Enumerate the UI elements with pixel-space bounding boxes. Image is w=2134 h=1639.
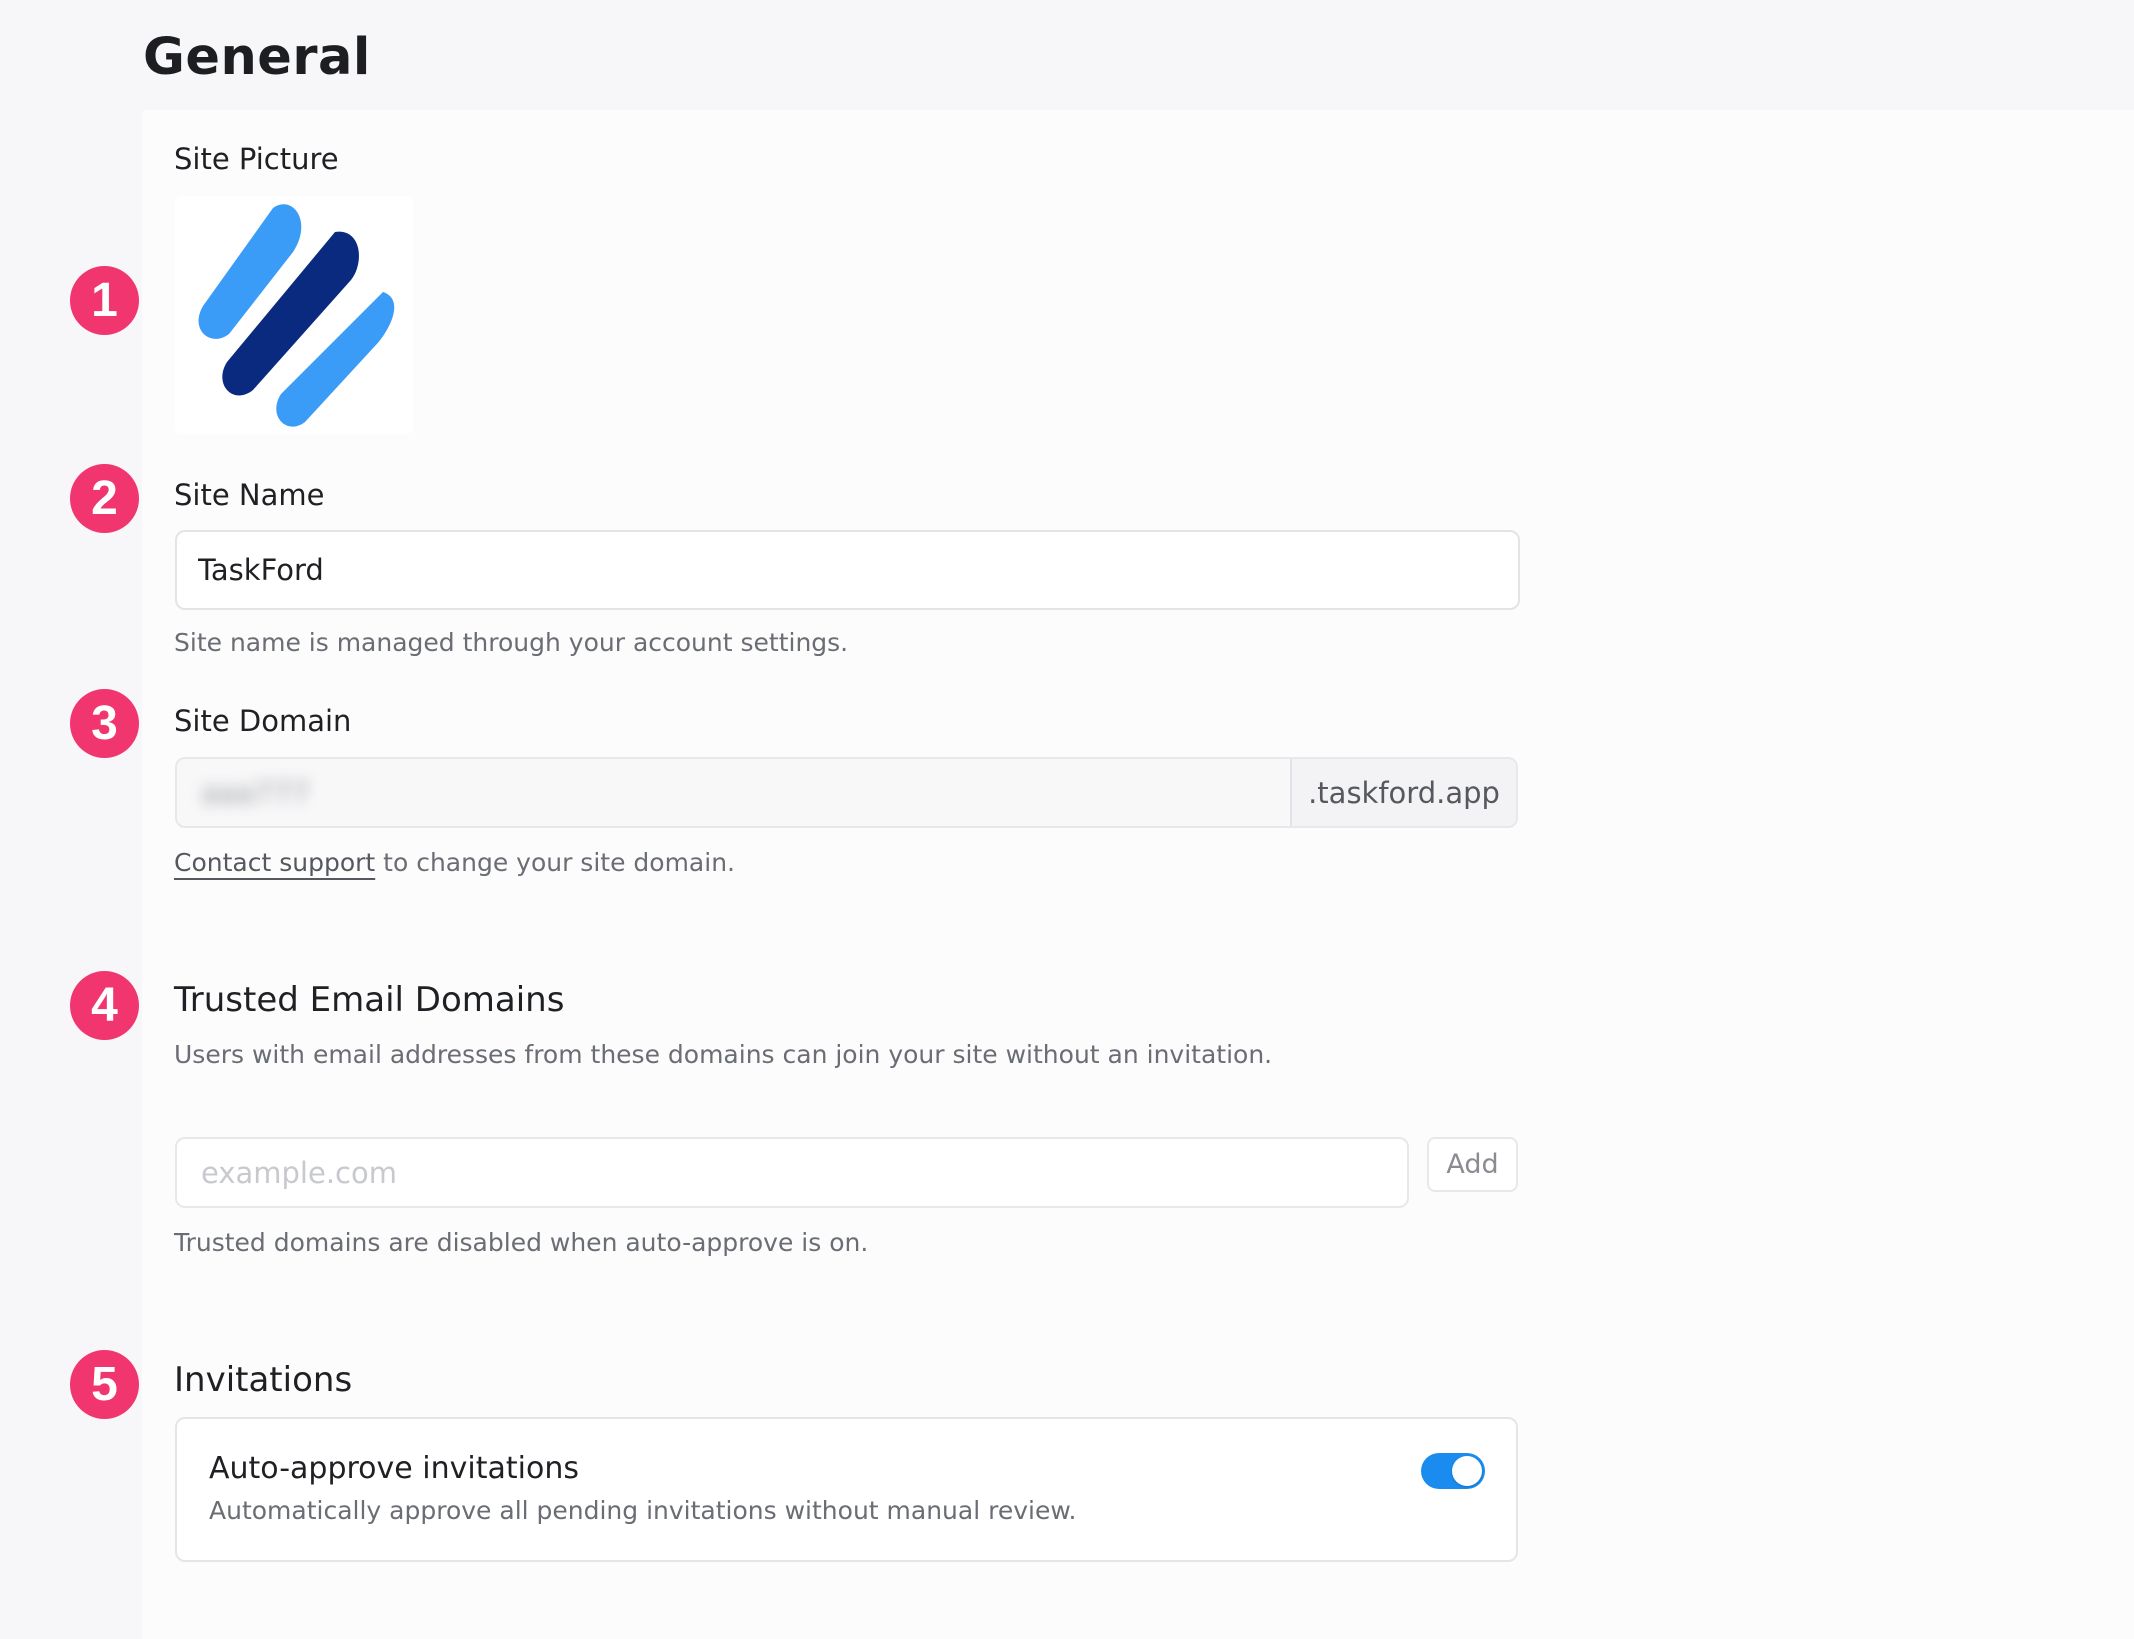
site-domain-help: Contact support to change your site doma… bbox=[174, 848, 735, 877]
trusted-domains-description: Users with email addresses from these do… bbox=[174, 1040, 1273, 1069]
site-picture[interactable] bbox=[175, 196, 413, 434]
site-domain-value: aaa777 bbox=[201, 775, 310, 810]
trusted-domains-help: Trusted domains are disabled when auto-a… bbox=[174, 1228, 869, 1257]
auto-approve-toggle[interactable] bbox=[1421, 1453, 1485, 1489]
auto-approve-description: Automatically approve all pending invita… bbox=[209, 1496, 1077, 1525]
annotation-badge-2: 2 bbox=[70, 464, 139, 533]
taskford-logo-icon bbox=[198, 204, 395, 427]
annotation-badge-1: 1 bbox=[70, 266, 139, 335]
site-domain-field: aaa777 .taskford.app bbox=[175, 757, 1518, 828]
site-domain-suffix: .taskford.app bbox=[1290, 759, 1516, 826]
site-domain-input[interactable]: aaa777 bbox=[177, 759, 1290, 826]
add-domain-button[interactable]: Add bbox=[1427, 1137, 1518, 1192]
annotation-badge-3: 3 bbox=[70, 689, 139, 758]
annotation-badge-4: 4 bbox=[70, 971, 139, 1040]
trusted-domains-heading: Trusted Email Domains bbox=[174, 980, 565, 1020]
site-name-label: Site Name bbox=[174, 478, 325, 512]
trusted-domain-input[interactable] bbox=[175, 1137, 1409, 1208]
contact-support-link[interactable]: Contact support bbox=[174, 848, 375, 877]
toggle-knob bbox=[1452, 1456, 1482, 1486]
site-name-help: Site name is managed through your accoun… bbox=[174, 628, 849, 657]
site-domain-help-text: to change your site domain. bbox=[375, 848, 735, 877]
page-title: General bbox=[143, 28, 371, 87]
annotation-badge-5: 5 bbox=[70, 1350, 139, 1419]
site-domain-label: Site Domain bbox=[174, 704, 352, 738]
site-picture-label: Site Picture bbox=[174, 142, 339, 176]
auto-approve-card: Auto-approve invitations Automatically a… bbox=[175, 1417, 1518, 1562]
invitations-heading: Invitations bbox=[174, 1360, 353, 1400]
site-name-input[interactable] bbox=[175, 530, 1520, 610]
auto-approve-title: Auto-approve invitations bbox=[209, 1451, 579, 1486]
